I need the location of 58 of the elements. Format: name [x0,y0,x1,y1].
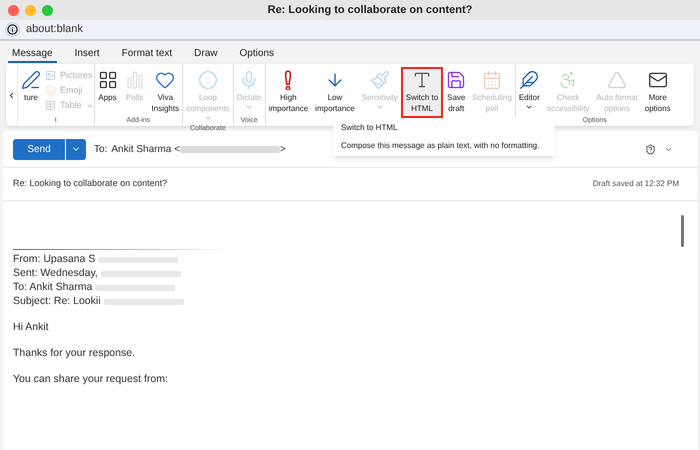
subject-field[interactable]: Re: Looking to collaborate on content? [13,177,593,191]
ribbon-button[interactable]: More options [642,67,674,116]
letter-t-icon [412,70,432,90]
body-text-line: To: Ankit Sharma [13,280,92,296]
caret-icon [525,103,534,111]
shapes-icon [607,70,628,90]
ribbon-small-label: Table [60,100,82,111]
ribbon-button[interactable]: Apps [94,67,121,105]
draft-status: Draft saved at 12:32 PM [592,178,679,190]
ribbon-button[interactable]: Editor [516,67,543,113]
zoom-window-icon[interactable] [42,4,53,16]
heart-icon [155,70,176,90]
picture-icon [45,70,56,81]
chevron-left-icon [7,90,16,100]
minimize-window-icon[interactable] [25,4,36,16]
ribbon-small-label: Pictures [60,70,93,81]
save-icon [446,70,466,90]
body-text-line: Thanks for your response. [13,346,135,362]
shield-question-icon[interactable] [645,144,656,154]
body-text-line: Sent: Wednesday, [13,266,98,282]
recipient-name: Ankit Sharma < [111,142,180,156]
exclamation-icon [283,70,294,90]
caret-icon [376,103,384,111]
body-text-line: You can share your request from: [13,372,168,388]
apps-icon [98,70,118,90]
ribbon-tab[interactable]: Insert [70,46,104,63]
scrollbar-thumb[interactable] [681,215,684,247]
body-text-line: Subject: Re: Lookii [13,294,101,310]
caret-icon [245,103,254,111]
ribbon-button[interactable]: High importance [266,67,312,116]
ribbon-button[interactable]: Low importance [312,67,358,116]
ribbon-small-label: Emoji [60,85,83,96]
window-title: Re: Looking to collaborate on content? [266,2,474,18]
send-button[interactable]: Send [13,138,65,160]
to-label: To: [94,142,108,156]
editor-pen-icon [519,70,540,90]
ribbon-tab[interactable]: Draw [190,46,222,63]
info-icon[interactable] [5,22,20,37]
recipient-end: > [280,142,286,156]
body-text-line: Hi Ankit [13,320,49,336]
paintbrush-icon [370,70,390,90]
ribbon-button[interactable]: Save draft [443,67,470,116]
ribbon-tab[interactable]: Options [236,46,278,63]
ribbon-button[interactable]: Viva Insights [148,67,182,116]
table-icon [45,100,56,111]
ribbon-tab[interactable]: Format text [118,46,176,63]
close-window-icon[interactable] [8,4,19,16]
emoji-icon [45,85,56,96]
pen-icon [21,70,41,90]
ribbon-button[interactable]: ture [18,67,44,105]
send-options-button[interactable] [66,138,86,160]
caret-icon [204,114,212,122]
body-text-line: From: Upasana S [13,252,96,268]
ribbon-button[interactable]: Switch to HTML [400,67,444,118]
url-text: about:blank [26,22,83,38]
poll-bars-icon [124,70,145,90]
tooltip-title: Switch to HTML [341,122,398,134]
tooltip-description: Compose this message as plain text, with no formatting. [341,140,540,152]
